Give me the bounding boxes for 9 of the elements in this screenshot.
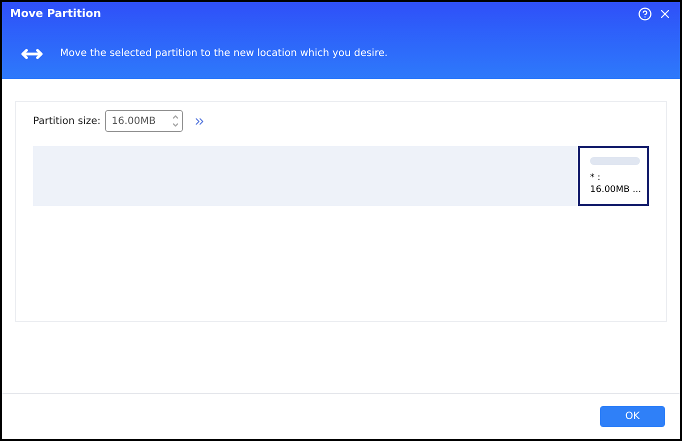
partition-size-field[interactable]: 16.00MB [104, 110, 183, 132]
help-icon[interactable] [638, 7, 652, 22]
window-title: Move Partition [10, 6, 102, 22]
ok-button[interactable]: OK [600, 406, 665, 427]
usage-bar [590, 157, 640, 165]
partition-block[interactable]: * : 16.00MB ... [578, 146, 649, 206]
partition-size-label: Partition size: [33, 114, 101, 128]
partition-label: * : [590, 173, 602, 184]
description-text: Move the selected partition to the new location which you desire. [60, 47, 388, 61]
